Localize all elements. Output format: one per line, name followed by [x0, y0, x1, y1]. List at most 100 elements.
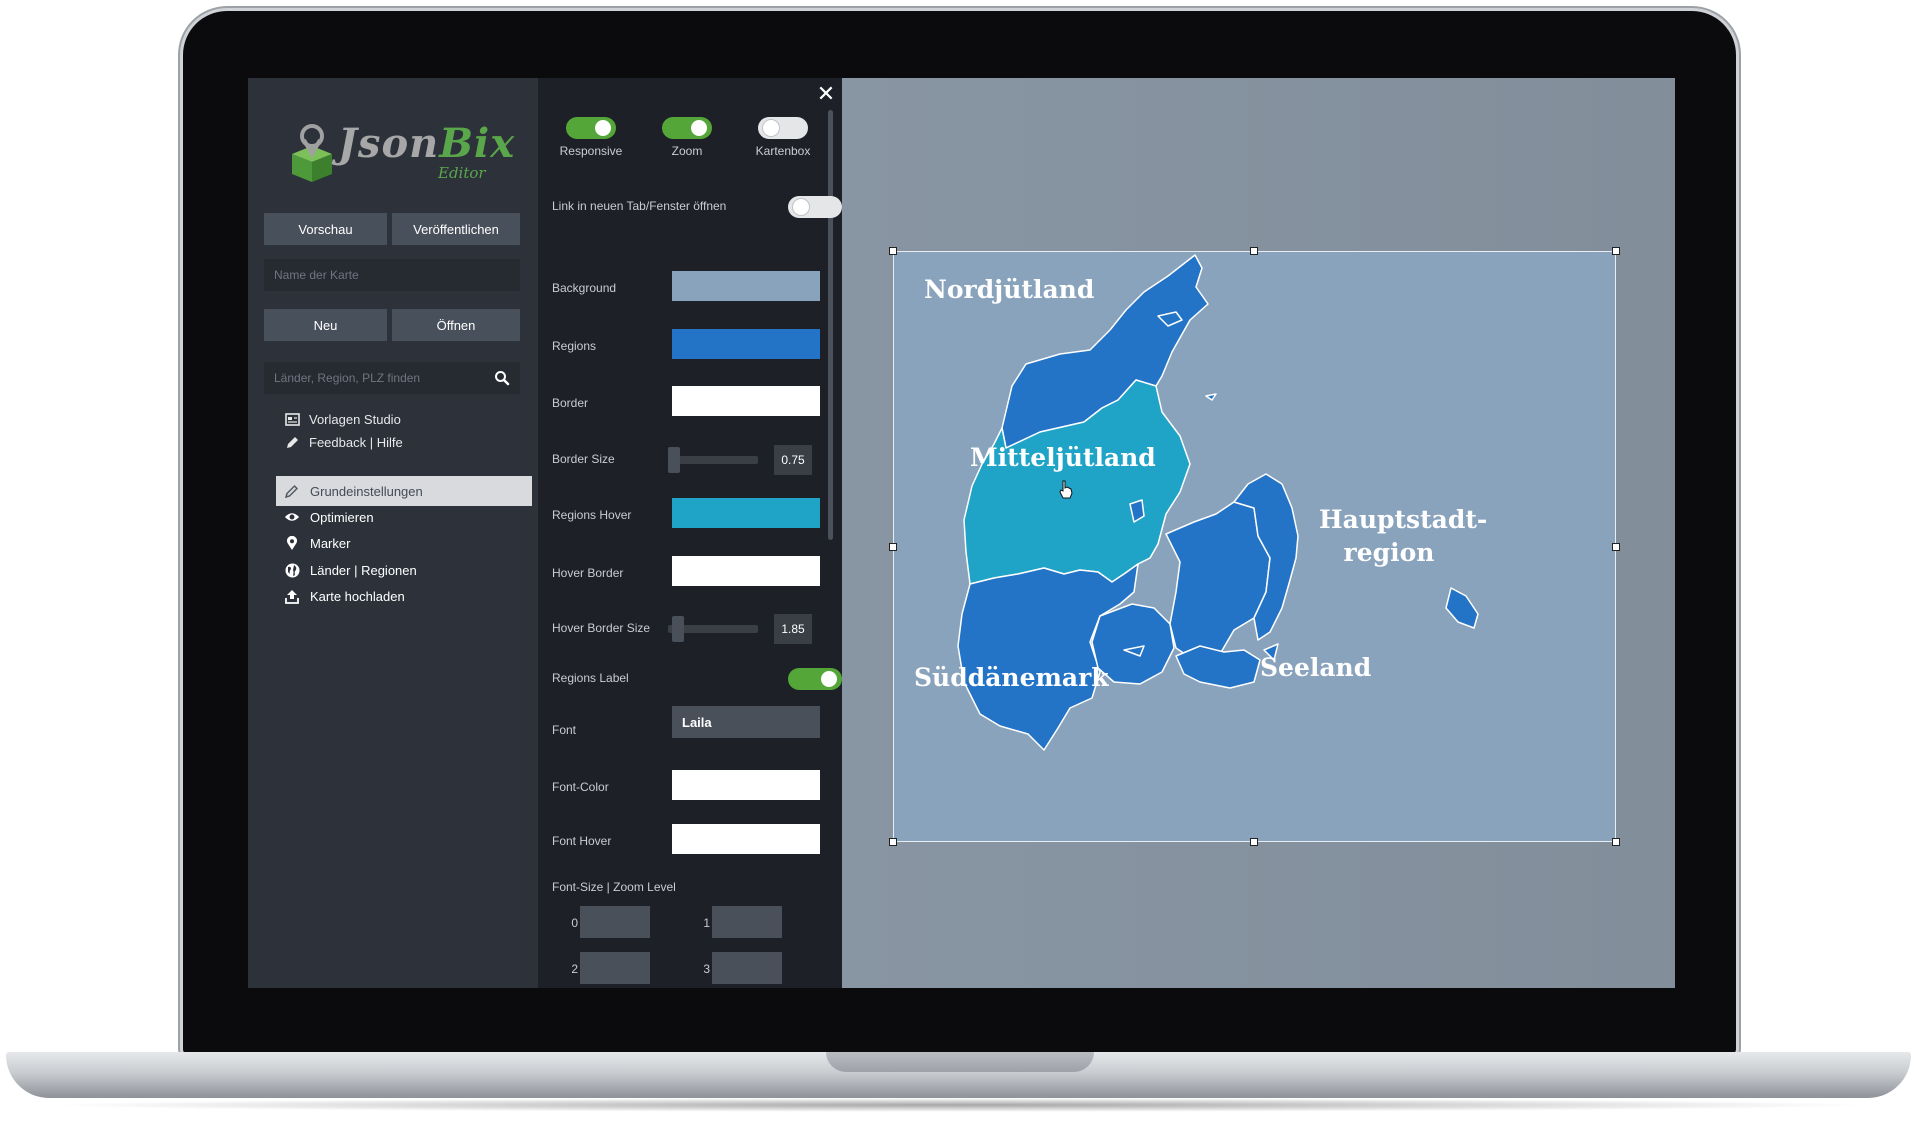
zoom-level-label: 3: [703, 962, 710, 976]
sidebar: JsonBix Editor Vorschau Veröffentlichen …: [248, 78, 538, 988]
resize-handle-nw[interactable]: [889, 247, 897, 255]
pencil-icon: [284, 483, 300, 499]
marker-icon: [284, 535, 300, 551]
map-canvas: Nordjütland Mitteljütland Hauptstadt- re…: [842, 78, 1675, 988]
label-hauptstadtregion-line-2: region: [1343, 537, 1435, 567]
template-icon: [284, 411, 300, 427]
new-tab-label: Link in neuen Tab/Fenster öffnen: [552, 199, 727, 213]
app-logo[interactable]: JsonBix Editor: [288, 120, 514, 190]
resize-handle-sw[interactable]: [889, 838, 897, 846]
zoom-level-2-input[interactable]: [580, 952, 650, 984]
nav-label: Länder | Regionen: [310, 562, 417, 578]
preview-button[interactable]: Vorschau: [264, 213, 387, 245]
border-label: Border: [552, 396, 589, 410]
laptop-shadow: [40, 1098, 1877, 1112]
regions-hover-label: Regions Hover: [552, 508, 632, 522]
open-button[interactable]: Öffnen: [392, 309, 520, 341]
label-hauptstadtregion: Hauptstadt- region: [1319, 504, 1488, 569]
zoom-level-label: 1: [703, 916, 710, 930]
toggle-zoom-label: Zoom: [671, 144, 703, 158]
laptop-notch: [826, 1052, 1094, 1072]
hover-border-size-value[interactable]: 1.85: [774, 614, 812, 644]
sidebar-link-templates[interactable]: Vorlagen Studio: [284, 408, 401, 430]
map-name-input[interactable]: Name der Karte: [264, 259, 520, 291]
font-label: Font: [552, 723, 577, 737]
zoom-level-label: 2: [571, 962, 578, 976]
pen-icon: [284, 434, 300, 450]
denmark-map: [957, 254, 1479, 751]
resize-handle-se[interactable]: [1612, 838, 1620, 846]
label-sueddaenemark: Süddänemark: [914, 663, 1109, 692]
zoom-level-3-input[interactable]: [712, 952, 782, 984]
new-button[interactable]: Neu: [264, 309, 387, 341]
label-nordjuetland: Nordjütland: [924, 275, 1095, 304]
nav-marker[interactable]: Marker: [276, 528, 532, 558]
zoom-level-label: 0: [571, 916, 578, 930]
region-seeland-lolland[interactable]: [1175, 645, 1261, 689]
nav-upload-map[interactable]: Karte hochladen: [276, 581, 532, 611]
border-color-swatch[interactable]: [672, 386, 820, 416]
regions-label: Regions: [552, 339, 597, 353]
toggle-new-tab[interactable]: [788, 196, 842, 218]
search-input[interactable]: Länder, Region, PLZ finden: [264, 362, 520, 394]
upload-icon: [284, 588, 300, 604]
zoom-level-1-input[interactable]: [712, 906, 782, 938]
font-color-label: Font-Color: [552, 780, 609, 794]
toggle-regions-label[interactable]: [788, 668, 842, 690]
nav-label: Karte hochladen: [310, 588, 405, 604]
search-placeholder: Länder, Region, PLZ finden: [274, 371, 421, 385]
resize-handle-w[interactable]: [889, 543, 897, 551]
regions-hover-color-swatch[interactable]: [672, 498, 820, 528]
hover-border-size-label: Hover Border Size: [552, 621, 651, 635]
logo-subtitle: Editor: [438, 164, 486, 182]
font-color-swatch[interactable]: [672, 770, 820, 800]
label-mitteljuetland: Mitteljütland: [970, 443, 1156, 472]
app-screen: JsonBix Editor Vorschau Veröffentlichen …: [248, 78, 1675, 988]
toggle-responsive[interactable]: [566, 117, 616, 139]
sidebar-link-feedback[interactable]: Feedback | Hilfe: [284, 431, 403, 453]
nav-label: Marker: [310, 535, 351, 551]
label-hauptstadtregion-line-1: Hauptstadt-: [1319, 505, 1488, 534]
region-hauptstadtregion-bornholm[interactable]: [1445, 587, 1479, 629]
region-seeland[interactable]: [1165, 501, 1271, 661]
nav-label: Grundeinstellungen: [310, 483, 423, 499]
resize-handle-ne[interactable]: [1612, 247, 1620, 255]
font-hover-label: Font Hover: [552, 834, 612, 848]
settings-panel: ✕ Responsive Zoom Kartenbox Link in neue…: [538, 78, 842, 988]
resize-handle-n[interactable]: [1250, 247, 1258, 255]
font-select[interactable]: Laila: [672, 706, 820, 738]
toggle-responsive-label: Responsive: [559, 144, 623, 158]
regions-label-label: Regions Label: [552, 671, 629, 685]
zoom-level-0-input[interactable]: [580, 906, 650, 938]
logo-wordmark: JsonBix: [338, 120, 516, 167]
regions-color-swatch[interactable]: [672, 329, 820, 359]
toggle-kartenbox[interactable]: [758, 117, 808, 139]
publish-button[interactable]: Veröffentlichen: [392, 213, 520, 245]
background-color-swatch[interactable]: [672, 271, 820, 301]
hover-border-size-slider-thumb[interactable]: [672, 616, 684, 642]
border-size-value[interactable]: 0.75: [774, 445, 812, 475]
nav-label: Optimieren: [310, 509, 374, 525]
sidebar-link-label: Vorlagen Studio: [309, 411, 401, 427]
map-box[interactable]: Nordjütland Mitteljütland Hauptstadt- re…: [893, 251, 1616, 842]
close-icon[interactable]: ✕: [816, 83, 836, 105]
island-anholt: [1205, 393, 1217, 401]
panel-scrollbar[interactable]: [828, 110, 833, 540]
cursor-hand-icon: [1059, 480, 1073, 499]
eye-icon: [284, 509, 300, 525]
border-size-slider-thumb[interactable]: [668, 447, 680, 473]
font-hover-color-swatch[interactable]: [672, 824, 820, 854]
font-size-zoom-label: Font-Size | Zoom Level: [552, 880, 676, 894]
label-seeland: Seeland: [1260, 653, 1372, 682]
sidebar-link-label: Feedback | Hilfe: [309, 434, 403, 450]
hover-border-color-swatch[interactable]: [672, 556, 820, 586]
hover-border-label: Hover Border: [552, 566, 624, 580]
toggle-zoom[interactable]: [662, 117, 712, 139]
map-pin-box-icon: [292, 124, 332, 182]
resize-handle-e[interactable]: [1612, 543, 1620, 551]
search-icon[interactable]: [494, 370, 510, 386]
background-label: Background: [552, 281, 617, 295]
resize-handle-s[interactable]: [1250, 838, 1258, 846]
globe-icon: [284, 562, 300, 578]
border-size-slider[interactable]: [668, 456, 758, 464]
